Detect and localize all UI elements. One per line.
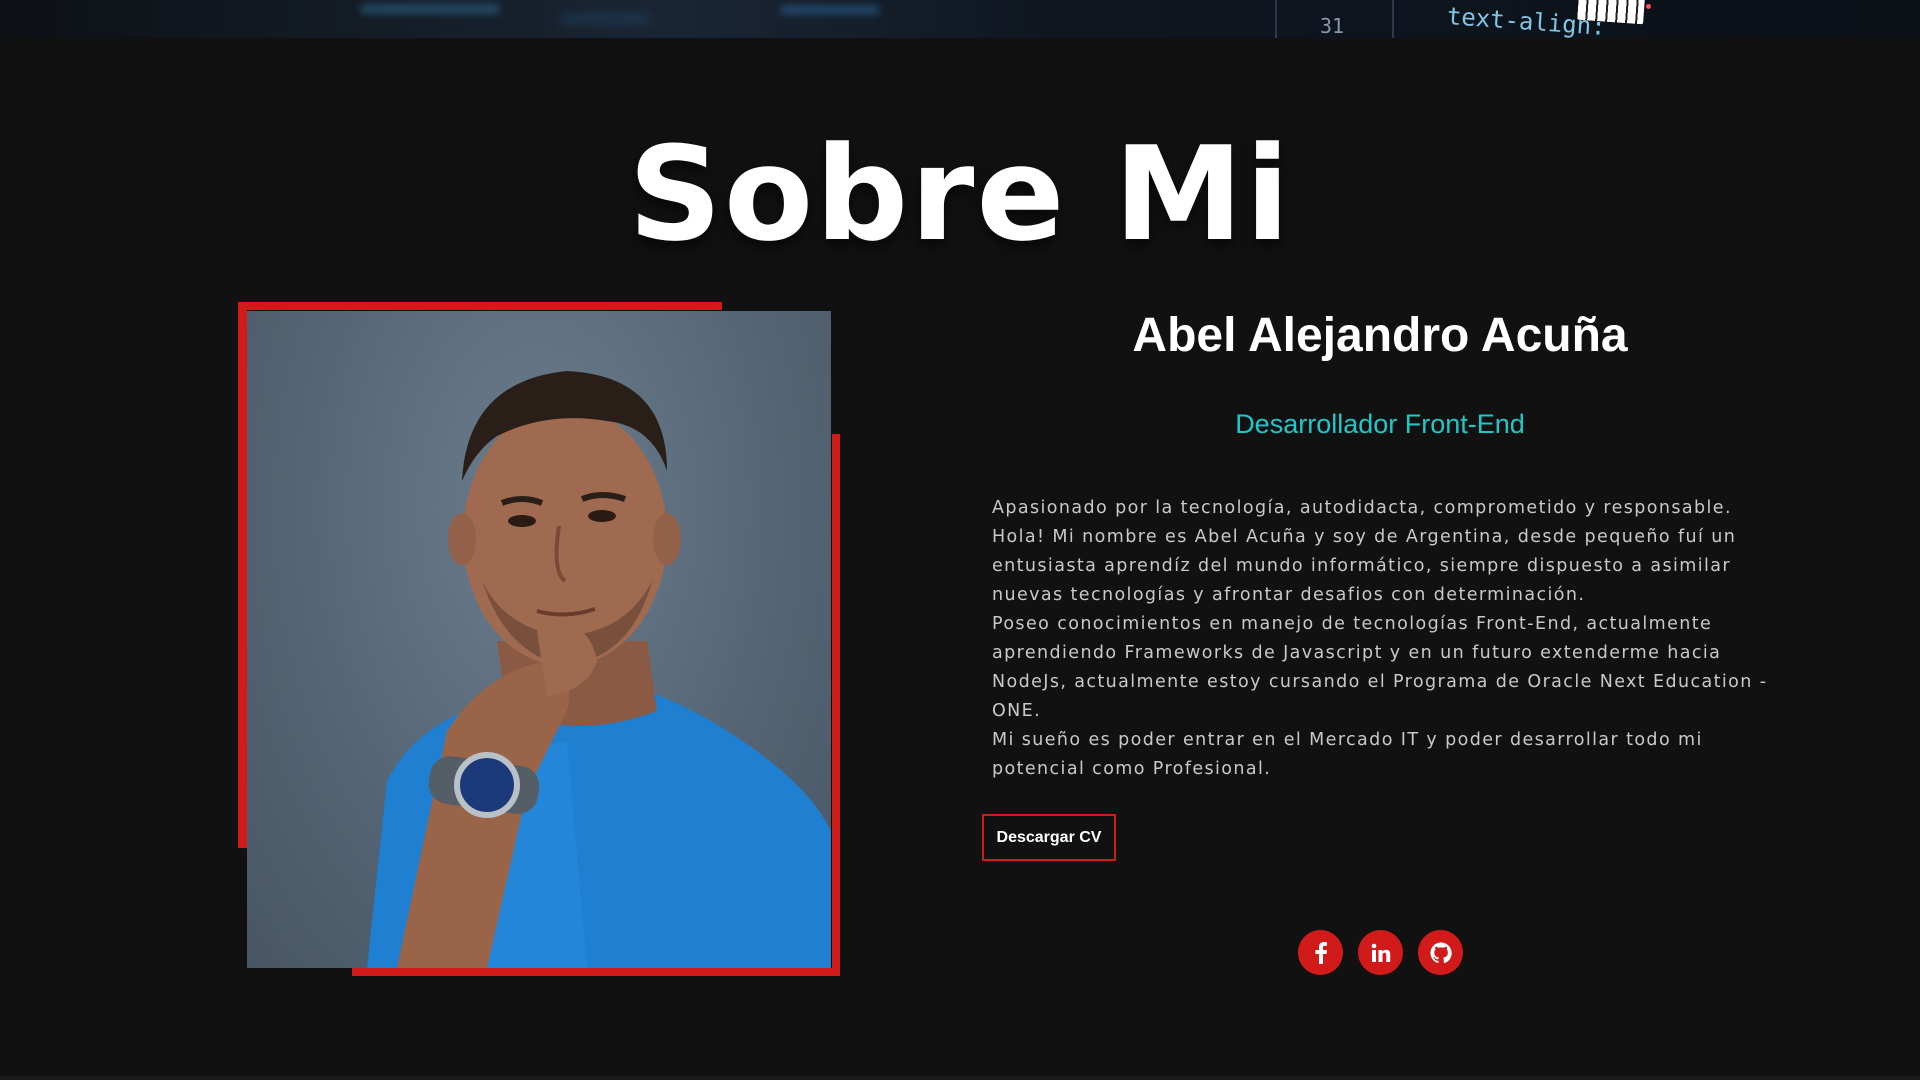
- linkedin-icon: [1371, 943, 1391, 963]
- github-link[interactable]: [1418, 930, 1463, 975]
- bio-text: Apasionado por la tecnología, autodidact…: [992, 494, 1772, 784]
- person-name: Abel Alejandro Acuña: [1132, 309, 1628, 362]
- github-icon: [1429, 941, 1452, 964]
- bio-line: Poseo conocimientos en manejo de tecnolo…: [992, 614, 1768, 721]
- social-links: [1298, 930, 1463, 975]
- person-role: Desarrollador Front-End: [1235, 409, 1525, 439]
- section-title: Sobre Mi: [628, 118, 1292, 270]
- linkedin-link[interactable]: [1358, 930, 1403, 975]
- section-divider: [0, 1076, 1920, 1080]
- code-line-number: 31: [1320, 14, 1345, 38]
- bio-line: Hola! Mi nombre es Abel Acuña y soy de A…: [992, 527, 1737, 605]
- bio-line: Mi sueño es poder entrar en el Mercado I…: [992, 730, 1703, 779]
- code-banner-image: 31 text-align:: [0, 0, 1920, 38]
- bio-line: Apasionado por la tecnología, autodidact…: [992, 498, 1732, 518]
- about-page: 31 text-align: Sobre Mi Abel Alejandro A…: [0, 0, 1920, 1080]
- download-cv-button[interactable]: Descargar CV: [982, 814, 1116, 861]
- facebook-icon: [1314, 941, 1328, 964]
- profile-photo-block: [238, 302, 840, 976]
- facebook-link[interactable]: [1298, 930, 1343, 975]
- profile-photo: [247, 311, 831, 968]
